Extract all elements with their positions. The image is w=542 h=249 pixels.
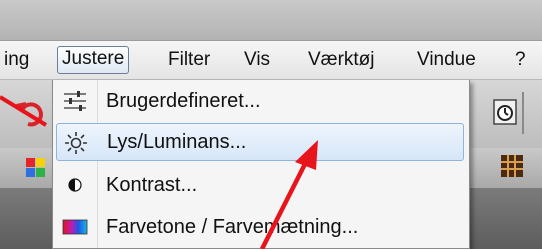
- annotation-arrow-left: [0, 95, 48, 127]
- annotation-arrow-pointer: [259, 140, 318, 249]
- annotation-arrows: [0, 95, 318, 249]
